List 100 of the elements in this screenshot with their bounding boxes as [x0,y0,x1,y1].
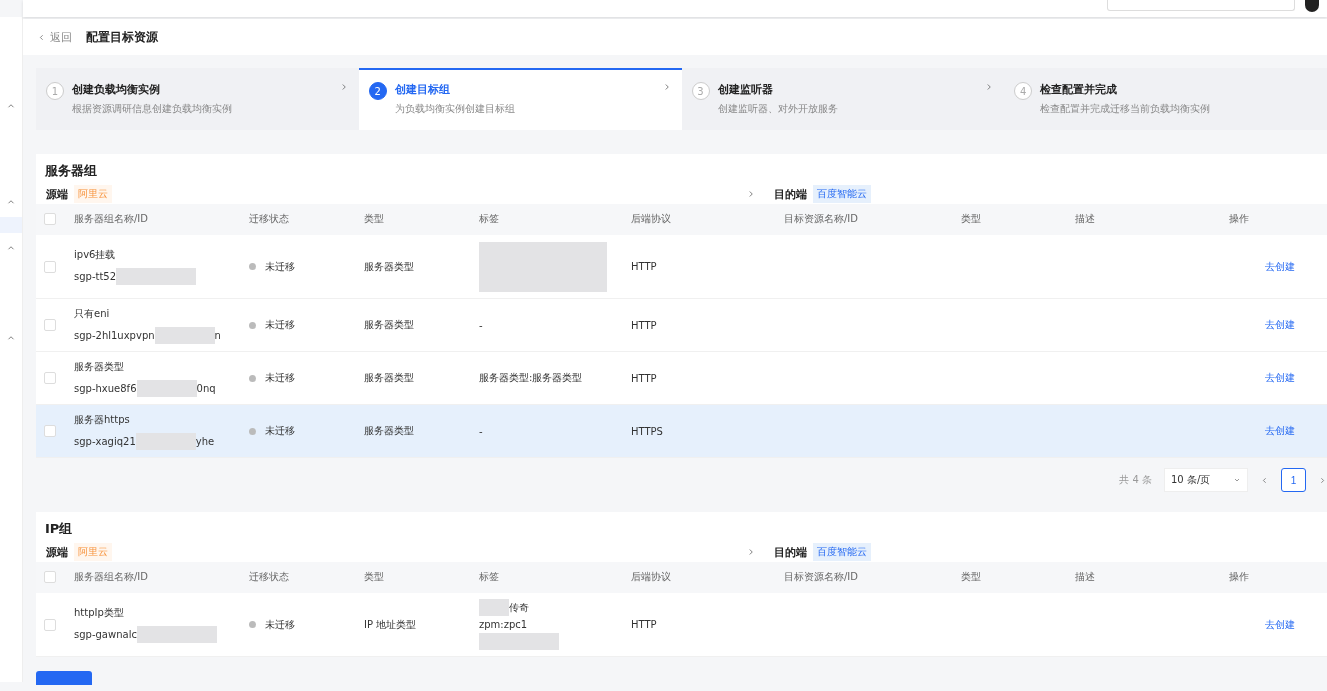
search-field[interactable] [1107,0,1295,11]
create-link[interactable]: 去创建 [1265,424,1295,438]
step[interactable]: 3 创建监听器 创建监听器、对外开放服务 [681,68,1005,130]
checkbox[interactable] [44,319,56,331]
step[interactable]: 1 创建负载均衡实例 根据资源调研信息创建负载均衡实例 [36,68,359,130]
step-number: 1 [46,82,64,100]
source-label: 源端 [46,186,68,202]
prev-page-icon[interactable] [1260,475,1269,485]
status-dot [249,374,256,382]
column-header: 操作 [1229,212,1249,226]
column-header: 目标资源名称/ID [784,212,859,226]
checkbox[interactable] [44,213,56,225]
avatar[interactable] [1305,0,1319,12]
group-id: sgp-tt52 [74,271,117,282]
target-tag: 百度智能云 [813,185,871,203]
back-icon[interactable] [37,32,46,42]
total-count: 共 4 条 [1119,473,1152,487]
column-header: 标签 [479,212,499,226]
type-text: 服务器类型 [364,424,414,438]
step-number: 4 [1014,82,1033,100]
step-title: 创建负载均衡实例 [72,82,161,97]
tag-text: - [479,319,483,331]
column-header: 后端协议 [631,212,671,226]
column-header: 目标资源名称/ID [784,570,859,584]
type-text: 服务器类型 [364,318,414,332]
step-description: 创建监听器、对外开放服务 [717,102,839,116]
create-link[interactable]: 去创建 [1265,617,1295,632]
checkbox[interactable] [44,372,56,384]
column-header: 迁移状态 [249,212,289,226]
group-name: 服务器类型 [74,359,124,374]
protocol-text: HTTP [631,619,657,630]
create-link[interactable]: 去创建 [1265,371,1295,385]
group-name: 服务器https [74,412,130,427]
create-link[interactable]: 去创建 [1265,259,1295,274]
protocol-text: HTTP [631,372,657,384]
group-id: sgp-hxue8f6 [74,382,137,394]
status-text: 未迁移 [249,259,295,274]
group-name: ipv6挂载 [74,248,116,262]
protocol-text: HTTP [631,319,657,331]
column-header: 服务器组名称/ID [74,212,149,226]
column-header: 类型 [364,212,384,226]
group-name: 只有eni [74,306,110,321]
status-text: 未迁移 [249,318,295,332]
status-dot [249,621,256,628]
column-header: 后端协议 [631,570,671,584]
step-description: 检查配置并完成迁移当前负载均衡实例 [1040,102,1212,116]
target-tag: 百度智能云 [813,543,871,561]
step[interactable]: 2 创建目标组 为负载均衡实例创建目标组 [358,68,682,130]
status-text: 未迁移 [249,617,295,632]
status-text: 未迁移 [249,371,295,385]
tag-text: 传奇 [509,600,529,615]
step-description: 为负载均衡实例创建目标组 [394,102,516,116]
type-text: 服务器类型 [364,371,414,385]
column-header: 操作 [1229,570,1249,584]
source-tag: 阿里云 [74,543,112,561]
protocol-text: HTTP [631,261,657,272]
step[interactable]: 4 检查配置并完成 检查配置并完成迁移当前负载均衡实例 [1004,68,1327,130]
tag-text: zpm:zpc1 [479,619,528,630]
back-link[interactable]: 返回 [37,29,72,45]
group-id: sgp-2hl1uxpvpn [74,329,155,341]
checkbox[interactable] [44,571,56,583]
column-header: 类型 [364,570,384,584]
type-text: IP 地址类型 [364,617,417,632]
column-header: 描述 [1075,570,1095,584]
tag-text: - [479,425,483,437]
group-id-end: yhe [195,435,215,447]
step-number: 3 [691,82,710,100]
step-title: 检查配置并完成 [1040,82,1119,97]
status-text: 未迁移 [249,424,295,438]
page-size-select[interactable]: 10 条/页 [1164,468,1248,492]
redaction [136,379,197,397]
group-id-end: n [214,329,221,341]
checkbox[interactable] [44,425,56,437]
redaction [154,326,215,344]
column-header: 描述 [1075,212,1095,226]
checkbox[interactable] [44,260,56,273]
create-link[interactable]: 去创建 [1265,318,1295,332]
next-page-icon[interactable] [1318,475,1327,485]
page-title: 配置目标资源 [86,28,158,46]
checkbox[interactable] [44,618,56,631]
group-name: httpIp类型 [74,606,124,620]
group-id: sgp-gawnalc [74,629,137,640]
status-dot [249,427,256,435]
section-title: IP组 [44,520,74,538]
step-title: 创建监听器 [717,82,774,97]
column-header: 服务器组名称/ID [74,570,149,584]
column-header: 标签 [479,570,499,584]
source-label: 源端 [46,544,68,560]
step-number: 2 [368,82,387,100]
type-text: 服务器类型 [364,259,414,274]
protocol-text: HTTPS [631,425,663,437]
tag-text: 服务器类型:服务器类型 [479,371,583,385]
section-title: 服务器组 [44,162,98,180]
chevron-down-icon[interactable] [1233,476,1241,484]
column-header: 类型 [961,212,981,226]
table-row[interactable]: 服务器https sgp-xagiq21 yhe 未迁移 服务器类型 - HTTPS 去创建 [36,405,1327,458]
page-button[interactable]: 1 [1281,468,1306,492]
step-title: 创建目标组 [394,82,451,97]
step-description: 根据资源调研信息创建负载均衡实例 [72,102,233,116]
status-dot [249,263,256,270]
